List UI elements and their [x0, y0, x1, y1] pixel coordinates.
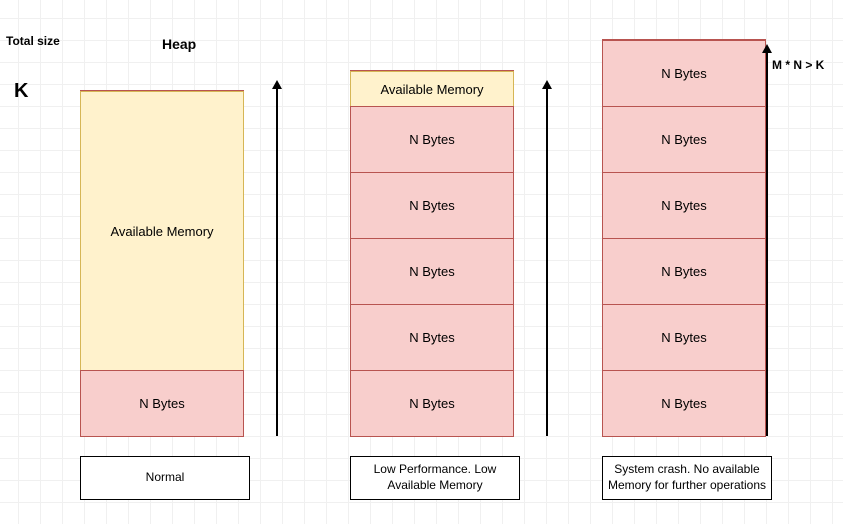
heap-label: Heap: [162, 36, 196, 52]
n-bytes-block: N Bytes: [602, 304, 766, 371]
n-bytes-block: N Bytes: [350, 106, 514, 173]
n-bytes-block: N Bytes: [80, 370, 244, 437]
column-crash: N Bytes N Bytes N Bytes N Bytes N Bytes …: [602, 39, 766, 436]
n-bytes-block: N Bytes: [602, 106, 766, 173]
n-bytes-block: N Bytes: [602, 238, 766, 305]
n-bytes-block: N Bytes: [602, 40, 766, 107]
total-size-label: Total size: [6, 34, 60, 48]
n-bytes-block: N Bytes: [350, 304, 514, 371]
column-low-perf: N Bytes N Bytes N Bytes N Bytes N Bytes …: [350, 70, 514, 436]
n-bytes-block: N Bytes: [350, 172, 514, 239]
n-bytes-block: N Bytes: [602, 370, 766, 437]
available-memory-block: Available Memory: [80, 91, 244, 371]
k-label: K: [14, 80, 28, 103]
available-memory-block: Available Memory: [350, 71, 514, 107]
arrow-icon: [546, 86, 548, 436]
n-bytes-block: N Bytes: [350, 370, 514, 437]
arrow-icon: [276, 86, 278, 436]
caption-crash: System crash. No available Memory for fu…: [602, 456, 772, 500]
arrow-icon: [766, 50, 768, 436]
column-normal: N Bytes Available Memory: [80, 90, 244, 436]
caption-low-perf: Low Performance. Low Available Memory: [350, 456, 520, 500]
caption-normal: Normal: [80, 456, 250, 500]
n-bytes-block: N Bytes: [350, 238, 514, 305]
formula-label: M * N > K: [772, 58, 824, 72]
n-bytes-block: N Bytes: [602, 172, 766, 239]
